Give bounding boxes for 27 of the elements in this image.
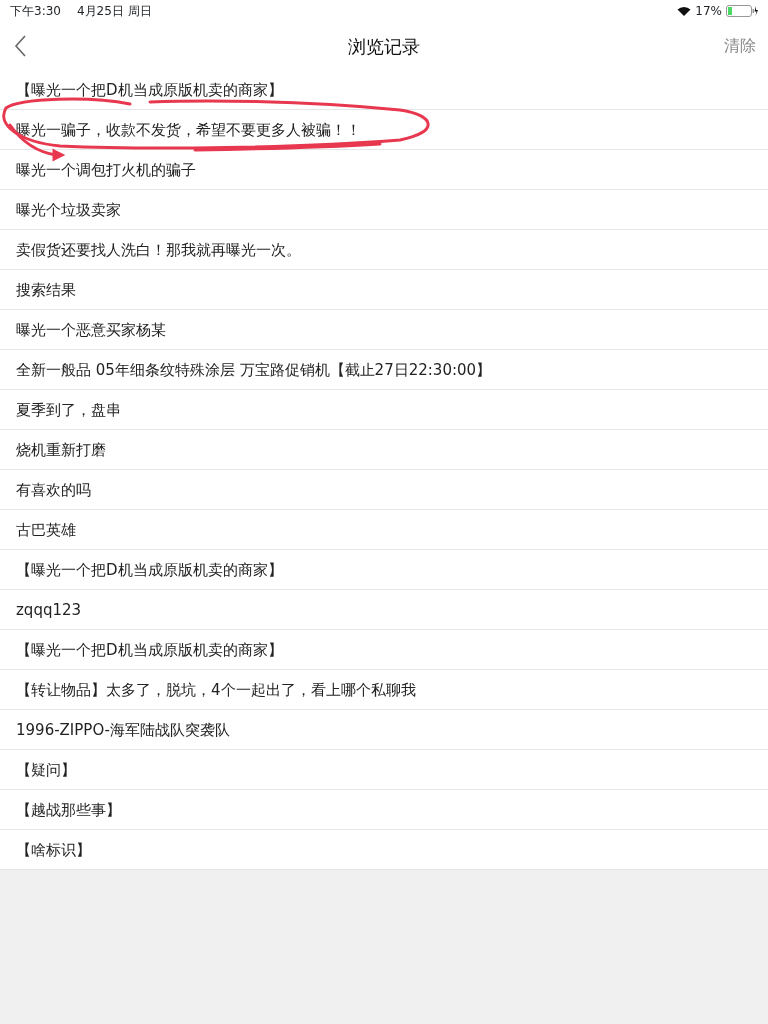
history-item[interactable]: 【曝光一个把D机当成原版机卖的商家】 — [0, 70, 768, 110]
history-item[interactable]: 有喜欢的吗 — [0, 470, 768, 510]
history-item[interactable]: 【越战那些事】 — [0, 790, 768, 830]
battery-icon — [726, 5, 758, 17]
history-item[interactable]: 全新一般品 05年细条纹特殊涂层 万宝路促销机【截止27日22:30:00】 — [0, 350, 768, 390]
history-item[interactable]: 古巴英雄 — [0, 510, 768, 550]
history-item[interactable]: 【啥标识】 — [0, 830, 768, 870]
history-item[interactable]: 卖假货还要找人洗白！那我就再曝光一次。 — [0, 230, 768, 270]
status-date: 4月25日 周日 — [76, 3, 152, 20]
page-title: 浏览记录 — [348, 34, 420, 59]
history-item[interactable]: 搜索结果 — [0, 270, 768, 310]
history-item[interactable]: 【转让物品】太多了，脱坑，4个一起出了，看上哪个私聊我 — [0, 670, 768, 710]
clear-button[interactable]: 清除 — [724, 34, 756, 58]
wifi-icon — [677, 5, 692, 17]
history-item[interactable]: zqqq123 — [0, 590, 768, 630]
history-item[interactable]: 夏季到了，盘串 — [0, 390, 768, 430]
history-item[interactable]: 曝光个垃圾卖家 — [0, 190, 768, 230]
history-item[interactable]: 烧机重新打磨 — [0, 430, 768, 470]
history-item[interactable]: 曝光一个调包打火机的骗子 — [0, 150, 768, 190]
history-item[interactable]: 1996-ZIPPO-海军陆战队突袭队 — [0, 710, 768, 750]
battery-percent: 17% — [695, 3, 722, 20]
history-item[interactable]: 曝光一个恶意买家杨某 — [0, 310, 768, 350]
history-item[interactable]: 【曝光一个把D机当成原版机卖的商家】 — [0, 550, 768, 590]
history-item[interactable]: 【曝光一个把D机当成原版机卖的商家】 — [0, 630, 768, 670]
status-time: 下午3:30 — [10, 3, 61, 20]
history-item[interactable]: 曝光一骗子，收款不发货，希望不要更多人被骗！！ — [0, 110, 768, 150]
history-item[interactable]: 【疑问】 — [0, 750, 768, 790]
